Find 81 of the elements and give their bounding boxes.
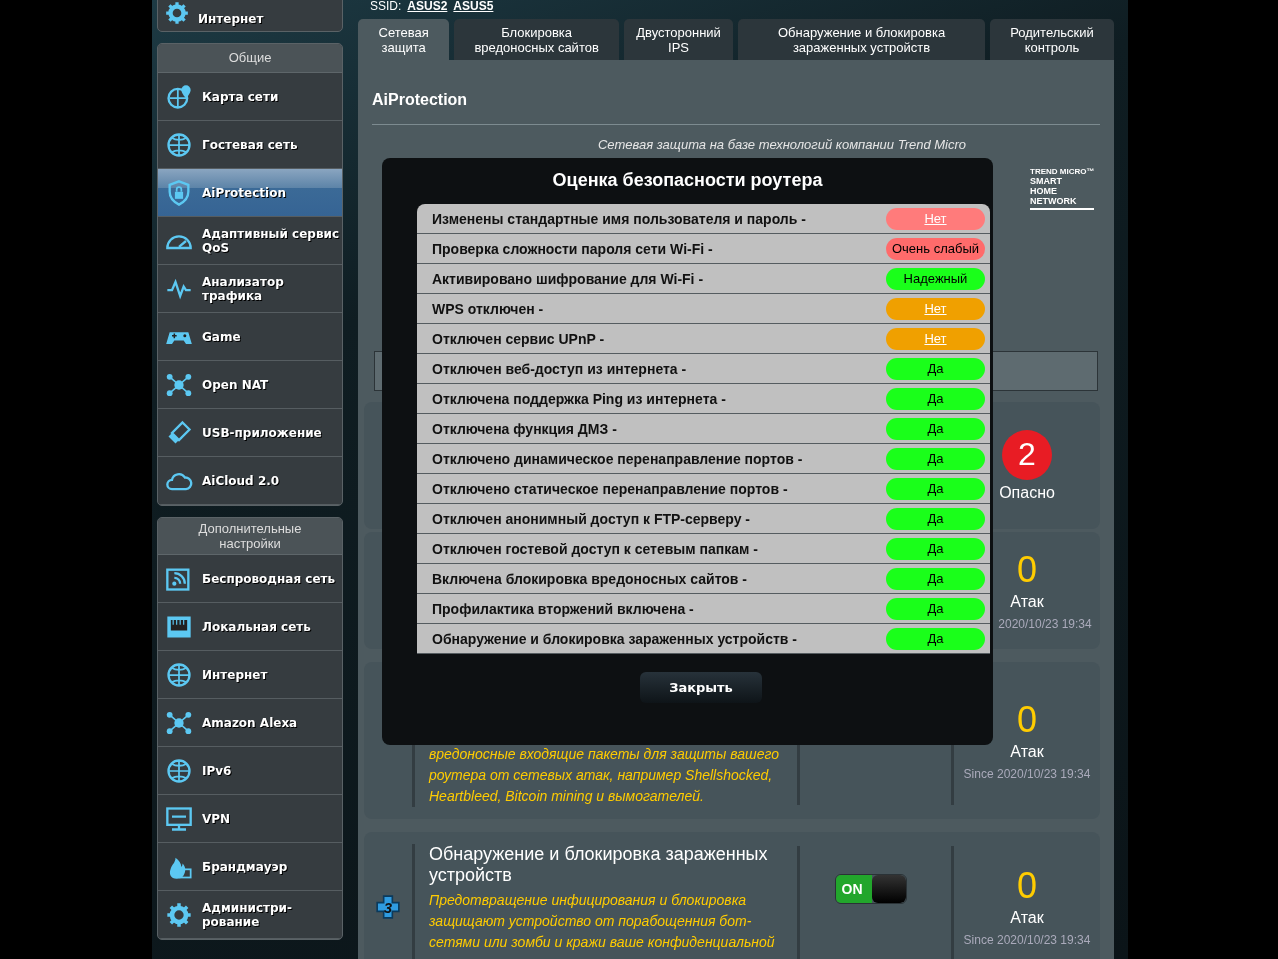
monitor-icon [165,804,193,833]
check-label: Включена блокировка вредоносных сайтов - [432,570,748,587]
risk-count: 2 [1002,429,1052,480]
sidebar-item[interactable]: Администри- рование [158,891,342,939]
check-label: Отключено динамическое перенаправление портов - [432,450,803,467]
check-label: Отключен анонимный доступ к FTP-серверу - [432,510,751,527]
check-label: Отключен гостевой доступ к сетевым папкам - [432,540,758,557]
risk-label: Опасно [999,483,1055,502]
sidebar-item[interactable]: AiProtection [158,169,342,217]
ssid-link[interactable]: ASUS2 [407,0,448,13]
tab[interactable]: Двусторонний IPS [623,19,734,60]
status-pill: Надежный [886,267,985,290]
check-label: WPS отключен - [432,300,544,317]
sidebar-item[interactable]: Game [158,313,342,361]
status-pill: Да [886,537,985,560]
status-pill: Да [886,597,985,620]
globe-pin-icon [165,82,193,111]
globe-icon [165,756,193,785]
status-pill: Да [886,387,985,410]
globe-icon [165,660,193,689]
sidebar-item[interactable]: Локальная сеть [158,603,342,651]
quick-setup-item[interactable]: Интернет [157,0,343,32]
status-pill: Да [886,507,985,530]
since-date: Since 2020/10/23 19:34 [963,766,1091,781]
tab[interactable]: Блокировка вредоносных сайтов [454,19,619,60]
gear-icon [164,0,190,26]
ssid-link[interactable]: ASUS5 [453,0,494,13]
step-badge: 3 [375,894,401,920]
check-label: Отключен сервис UPnP - [432,330,605,347]
since-date: 2020/10/23 19:34 [998,616,1092,631]
feature-title: Обнаружение и блокировка зараженных устройств [429,844,769,886]
sidebar-item[interactable]: AiCloud 2.0 [158,457,342,505]
tab[interactable]: Сетевая защита [358,19,450,60]
globe-icon [165,130,193,159]
since-date: Since 2020/10/23 19:34 [963,933,1091,947]
attack-count: 0 [1017,550,1037,589]
feature-description: Предотвращение инфицирования и блокировка защищают устройство от порабощенния бот-сетями или зомби и кражи ваше конфиденциальной [429,891,776,952]
section-title: Общие [158,44,342,73]
sidebar-item[interactable]: Анализатор трафика [158,265,342,313]
status-pill: Да [886,627,985,650]
feature-description: вредоносные входящие пакеты для защиты вашего роутера от сетевых атак, например Shellshocked, Heartbleed, Bitcoin mining и вымогателей. [429,745,780,806]
trend-micro-logo: TREND MICRO™ SMART HOME NETWORK [1030,167,1095,210]
sidebar-item[interactable]: USB-приложение [158,409,342,457]
check-label: Активировано шифрование для Wi-Fi - [432,270,704,287]
check-label: Профилактика вторжений включена - [432,600,694,617]
attack-count: 0 [1017,700,1037,739]
status-pill: Очень слабый [886,237,985,260]
section-title: Дополнительные настройки [158,518,342,555]
sidebar-item[interactable]: Open NAT [158,361,342,409]
dialog-title: Оценка безопасности роутера [552,169,823,192]
attack-label: Атак [1010,909,1044,927]
tab[interactable]: Обнаружение и блокировка зараженных устройств [738,19,985,60]
attack-count: 0 [1017,867,1037,905]
attack-label: Атак [1010,592,1044,611]
status-pill: Да [886,447,985,470]
sidebar-item[interactable]: Amazon Alexa [158,699,342,747]
close-button[interactable]: Закрыть [640,672,762,703]
tab[interactable]: Родительский контроль [990,19,1114,60]
gear-icon [165,900,193,929]
check-label: Изменены стандартные имя пользователя и пароль - [432,210,806,227]
sidebar-item[interactable]: Интернет [158,651,342,699]
sidebar-item[interactable]: IPv6 [158,747,342,795]
status-pill: Да [886,567,985,590]
ssid-label: SSID: [370,0,402,13]
sidebar-item[interactable]: Карта сети [158,73,342,121]
page-title: AiProtection [372,60,1100,125]
check-label: Отключена поддержка Ping из интернета - [432,390,726,407]
check-label: Отключена функция ДМЗ - [432,420,617,437]
intro-text: Сетевая защита на базе технологий компании Trend Micro [596,136,968,152]
status-pill: Да [886,477,985,500]
sidebar-item[interactable]: Брандмауэр [158,843,342,891]
check-label: Проверка сложности пароля сети Wi-Fi - [432,240,713,257]
status-pill: Да [886,417,985,440]
check-label: Обнаружение и блокировка зараженных устройств - [432,630,797,647]
status-pill: Да [886,357,985,380]
sidebar-item[interactable]: Беспроводная сеть [158,555,342,603]
check-label: Отключен веб-доступ из интернета - [432,360,687,377]
attack-label: Атак [1010,742,1044,761]
sidebar-item[interactable]: Адаптивный сервис QoS [158,217,342,265]
sidebar-item[interactable]: VPN [158,795,342,843]
check-label: Отключено статическое перенаправление портов - [432,480,788,497]
